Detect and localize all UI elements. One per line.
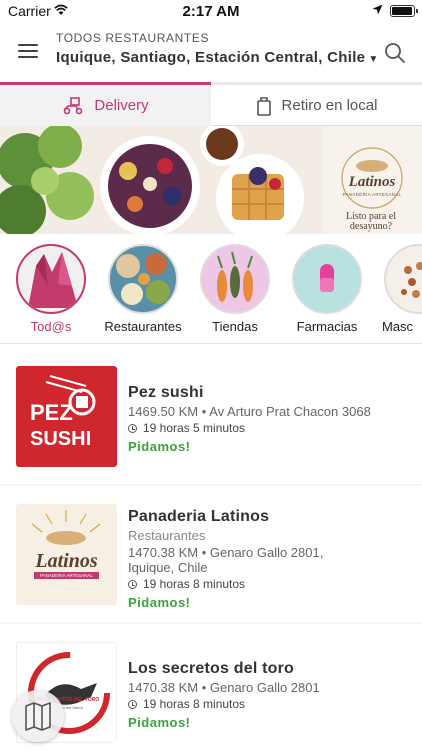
category-restaurants-image bbox=[108, 244, 178, 314]
status-bar: Carrier 2:17 AM bbox=[0, 0, 422, 22]
category-all-image bbox=[16, 244, 86, 314]
delivery-mode-tabs: Delivery Retiro en local bbox=[0, 82, 422, 126]
restaurant-name: Panaderia Latinos bbox=[128, 508, 270, 525]
category-label: Masc bbox=[382, 319, 414, 334]
banner-tagline: Listo para el desayuno? bbox=[346, 211, 396, 232]
restaurant-category: Restaurantes bbox=[128, 528, 206, 543]
map-view-button[interactable] bbox=[12, 690, 64, 742]
search-icon[interactable] bbox=[384, 42, 406, 64]
clock-icon bbox=[128, 579, 137, 589]
restaurant-card[interactable]: Latinos PANADERIA ARTESANAL Panaderia La… bbox=[0, 486, 422, 622]
logo-text: PANADERIA ARTESANAL bbox=[39, 573, 94, 578]
restaurant-address: 1469.50 KM • Av Arturo Prat Chacon 3068 bbox=[128, 404, 371, 419]
restaurant-eta: 19 horas 8 minutos bbox=[128, 577, 414, 591]
menu-icon[interactable] bbox=[18, 44, 38, 60]
clock-icon bbox=[128, 699, 137, 709]
category-label: Tod@s bbox=[30, 319, 72, 334]
chevron-down-icon: ▼ bbox=[368, 54, 379, 65]
map-icon bbox=[25, 702, 51, 731]
location-value: Iquique, Santiago, Estación Central, Chi… bbox=[56, 49, 366, 66]
eta-text: 19 horas 8 minutos bbox=[143, 577, 246, 591]
category-all[interactable]: Tod@s bbox=[8, 244, 94, 334]
restaurant-eta: 19 horas 8 minutos bbox=[128, 697, 414, 711]
location-selector[interactable]: Iquique, Santiago, Estación Central, Chi… bbox=[56, 49, 379, 66]
order-cta[interactable]: Pidamos! bbox=[128, 439, 414, 454]
restaurant-logo: Latinos PANADERIA ARTESANAL bbox=[16, 504, 117, 605]
location-arrow-icon bbox=[372, 4, 383, 15]
category-carousel: Tod@s Restaurantes Tiendas Farmacias Mas… bbox=[0, 234, 422, 344]
clock-time: 2:17 AM bbox=[182, 3, 240, 20]
logo-text: PEZ bbox=[30, 400, 73, 425]
restaurant-info: Panaderia Latinos Restaurantes 1470.38 K… bbox=[128, 508, 414, 610]
restaurant-name: Los secretos del toro bbox=[128, 660, 295, 677]
restaurant-info: Los secretos del toro 1470.38 KM • Genar… bbox=[128, 660, 414, 730]
eta-text: 19 horas 8 minutos bbox=[143, 697, 246, 711]
tab-delivery-label: Delivery bbox=[94, 97, 149, 114]
category-restaurants[interactable]: Restaurantes bbox=[100, 244, 186, 334]
delivery-scooter-icon bbox=[63, 96, 83, 114]
category-label: Farmacias bbox=[296, 319, 358, 334]
category-stores-image bbox=[200, 244, 270, 314]
restaurant-address: 1470.38 KM • Genaro Gallo 2801 bbox=[128, 680, 320, 695]
banner-brand-sub: PANADERIA ARTESANAL bbox=[342, 192, 402, 197]
restaurant-address: 1470.38 KM • Genaro Gallo 2801, Iquique,… bbox=[128, 545, 324, 575]
order-cta[interactable]: Pidamos! bbox=[128, 595, 414, 610]
restaurant-info: Pez sushi 1469.50 KM • Av Arturo Prat Ch… bbox=[128, 384, 414, 454]
tab-delivery[interactable]: Delivery bbox=[0, 82, 211, 126]
tab-pickup-label: Retiro en local bbox=[281, 97, 378, 114]
battery-icon bbox=[390, 5, 418, 17]
restaurant-name: Pez sushi bbox=[128, 384, 204, 401]
restaurant-logo: PEZ SUSHI bbox=[16, 366, 117, 467]
category-stores[interactable]: Tiendas bbox=[192, 244, 278, 334]
eta-text: 19 horas 5 minutos bbox=[143, 421, 246, 435]
app-header: TODOS RESTAURANTES Iquique, Santiago, Es… bbox=[0, 22, 422, 82]
category-label: Restaurantes bbox=[104, 319, 182, 334]
restaurant-eta: 19 horas 5 minutos bbox=[128, 421, 414, 435]
location-caption: TODOS RESTAURANTES bbox=[56, 31, 210, 45]
category-pharmacies-image bbox=[292, 244, 362, 314]
tab-pickup[interactable]: Retiro en local bbox=[211, 82, 422, 126]
promo-banner[interactable]: Latinos PANADERIA ARTESANAL Listo para e… bbox=[0, 126, 422, 234]
bag-icon bbox=[256, 96, 271, 116]
restaurant-card[interactable]: PEZ SUSHI Pez sushi 1469.50 KM • Av Artu… bbox=[0, 346, 422, 484]
logo-text: Toro del Sabor bbox=[57, 705, 84, 710]
clock-icon bbox=[128, 423, 137, 433]
logo-text: Latinos bbox=[35, 550, 98, 572]
category-label: Tiendas bbox=[212, 319, 258, 334]
order-cta[interactable]: Pidamos! bbox=[128, 715, 414, 730]
logo-text: SUSHI bbox=[30, 428, 92, 450]
banner-brand: Latinos bbox=[348, 174, 396, 190]
category-pharmacies[interactable]: Farmacias bbox=[284, 244, 370, 334]
category-pets-image bbox=[384, 244, 422, 314]
category-pets[interactable]: Masc bbox=[376, 244, 422, 334]
